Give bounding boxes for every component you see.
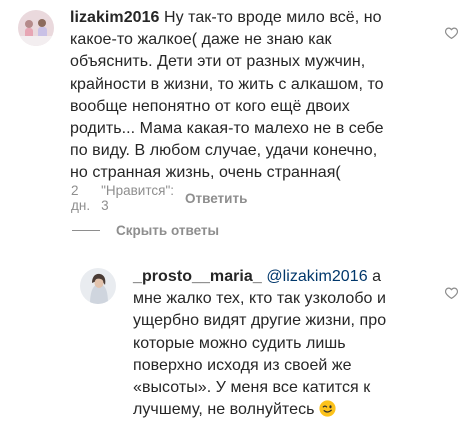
comment-username[interactable]: lizakim2016 <box>70 9 160 26</box>
mention-link[interactable]: @lizakim2016 <box>266 268 367 285</box>
comment-text-line: которые можно судить лишь <box>133 334 346 352</box>
comment-text-line: поверхно исходя из своей же <box>133 356 352 374</box>
reply-username[interactable]: _prosto__maria_ <box>133 268 262 285</box>
comment-text-line: но странная жизнь, очень странная( <box>70 164 341 182</box>
divider <box>72 230 100 231</box>
reply-body: _prosto__maria_ @lizakim2016 а мне жалко… <box>133 266 386 421</box>
comment-text-line: родить... Мама какая-то малехо не в себе <box>70 120 384 138</box>
comment-text-line: вообще непонятно от кого ещё двоих <box>70 97 350 115</box>
comment-body: lizakim2016 Ну так-то вроде мило всё, но… <box>70 7 384 185</box>
comment-text-line: Ну так-то вроде мило всё, но <box>164 9 382 26</box>
comment-text-line: «высоты». У меня все катится к <box>133 379 371 397</box>
comment-text-line: мне жалко тех, кто так узколобо и <box>133 290 386 308</box>
avatar[interactable] <box>18 10 54 46</box>
avatar[interactable] <box>80 268 116 304</box>
comment-time: 2 дн. <box>71 183 91 213</box>
comment-meta: 2 дн. "Нравится": 3 Ответить <box>71 183 258 213</box>
comment-likes[interactable]: "Нравится": 3 <box>101 183 174 213</box>
heart-outline-icon[interactable] <box>445 27 458 39</box>
comment-text-line: по виду. В любом случае, удачи конечно, <box>70 142 378 160</box>
hide-replies-button[interactable]: Скрыть ответы <box>72 223 219 238</box>
comment-text-line: лучшему, не волнуйтесь <box>133 401 315 419</box>
comment-text-line: ущербно видят другие жизни, про <box>133 312 387 330</box>
comment-text-line: крайности в жизни, то жить с алкашом, то <box>70 75 384 93</box>
reply-button[interactable]: Ответить <box>185 191 247 206</box>
heart-outline-icon[interactable] <box>445 287 458 299</box>
comment-text-line: а <box>372 268 382 285</box>
comment-text-line: объяснить. Дети эти от разных мужчин, <box>70 53 366 71</box>
winking-face-icon <box>319 400 336 417</box>
hide-replies-label[interactable]: Скрыть ответы <box>116 223 219 238</box>
comment-text-line: какое-то жалкое( даже не знаю как <box>70 31 332 49</box>
